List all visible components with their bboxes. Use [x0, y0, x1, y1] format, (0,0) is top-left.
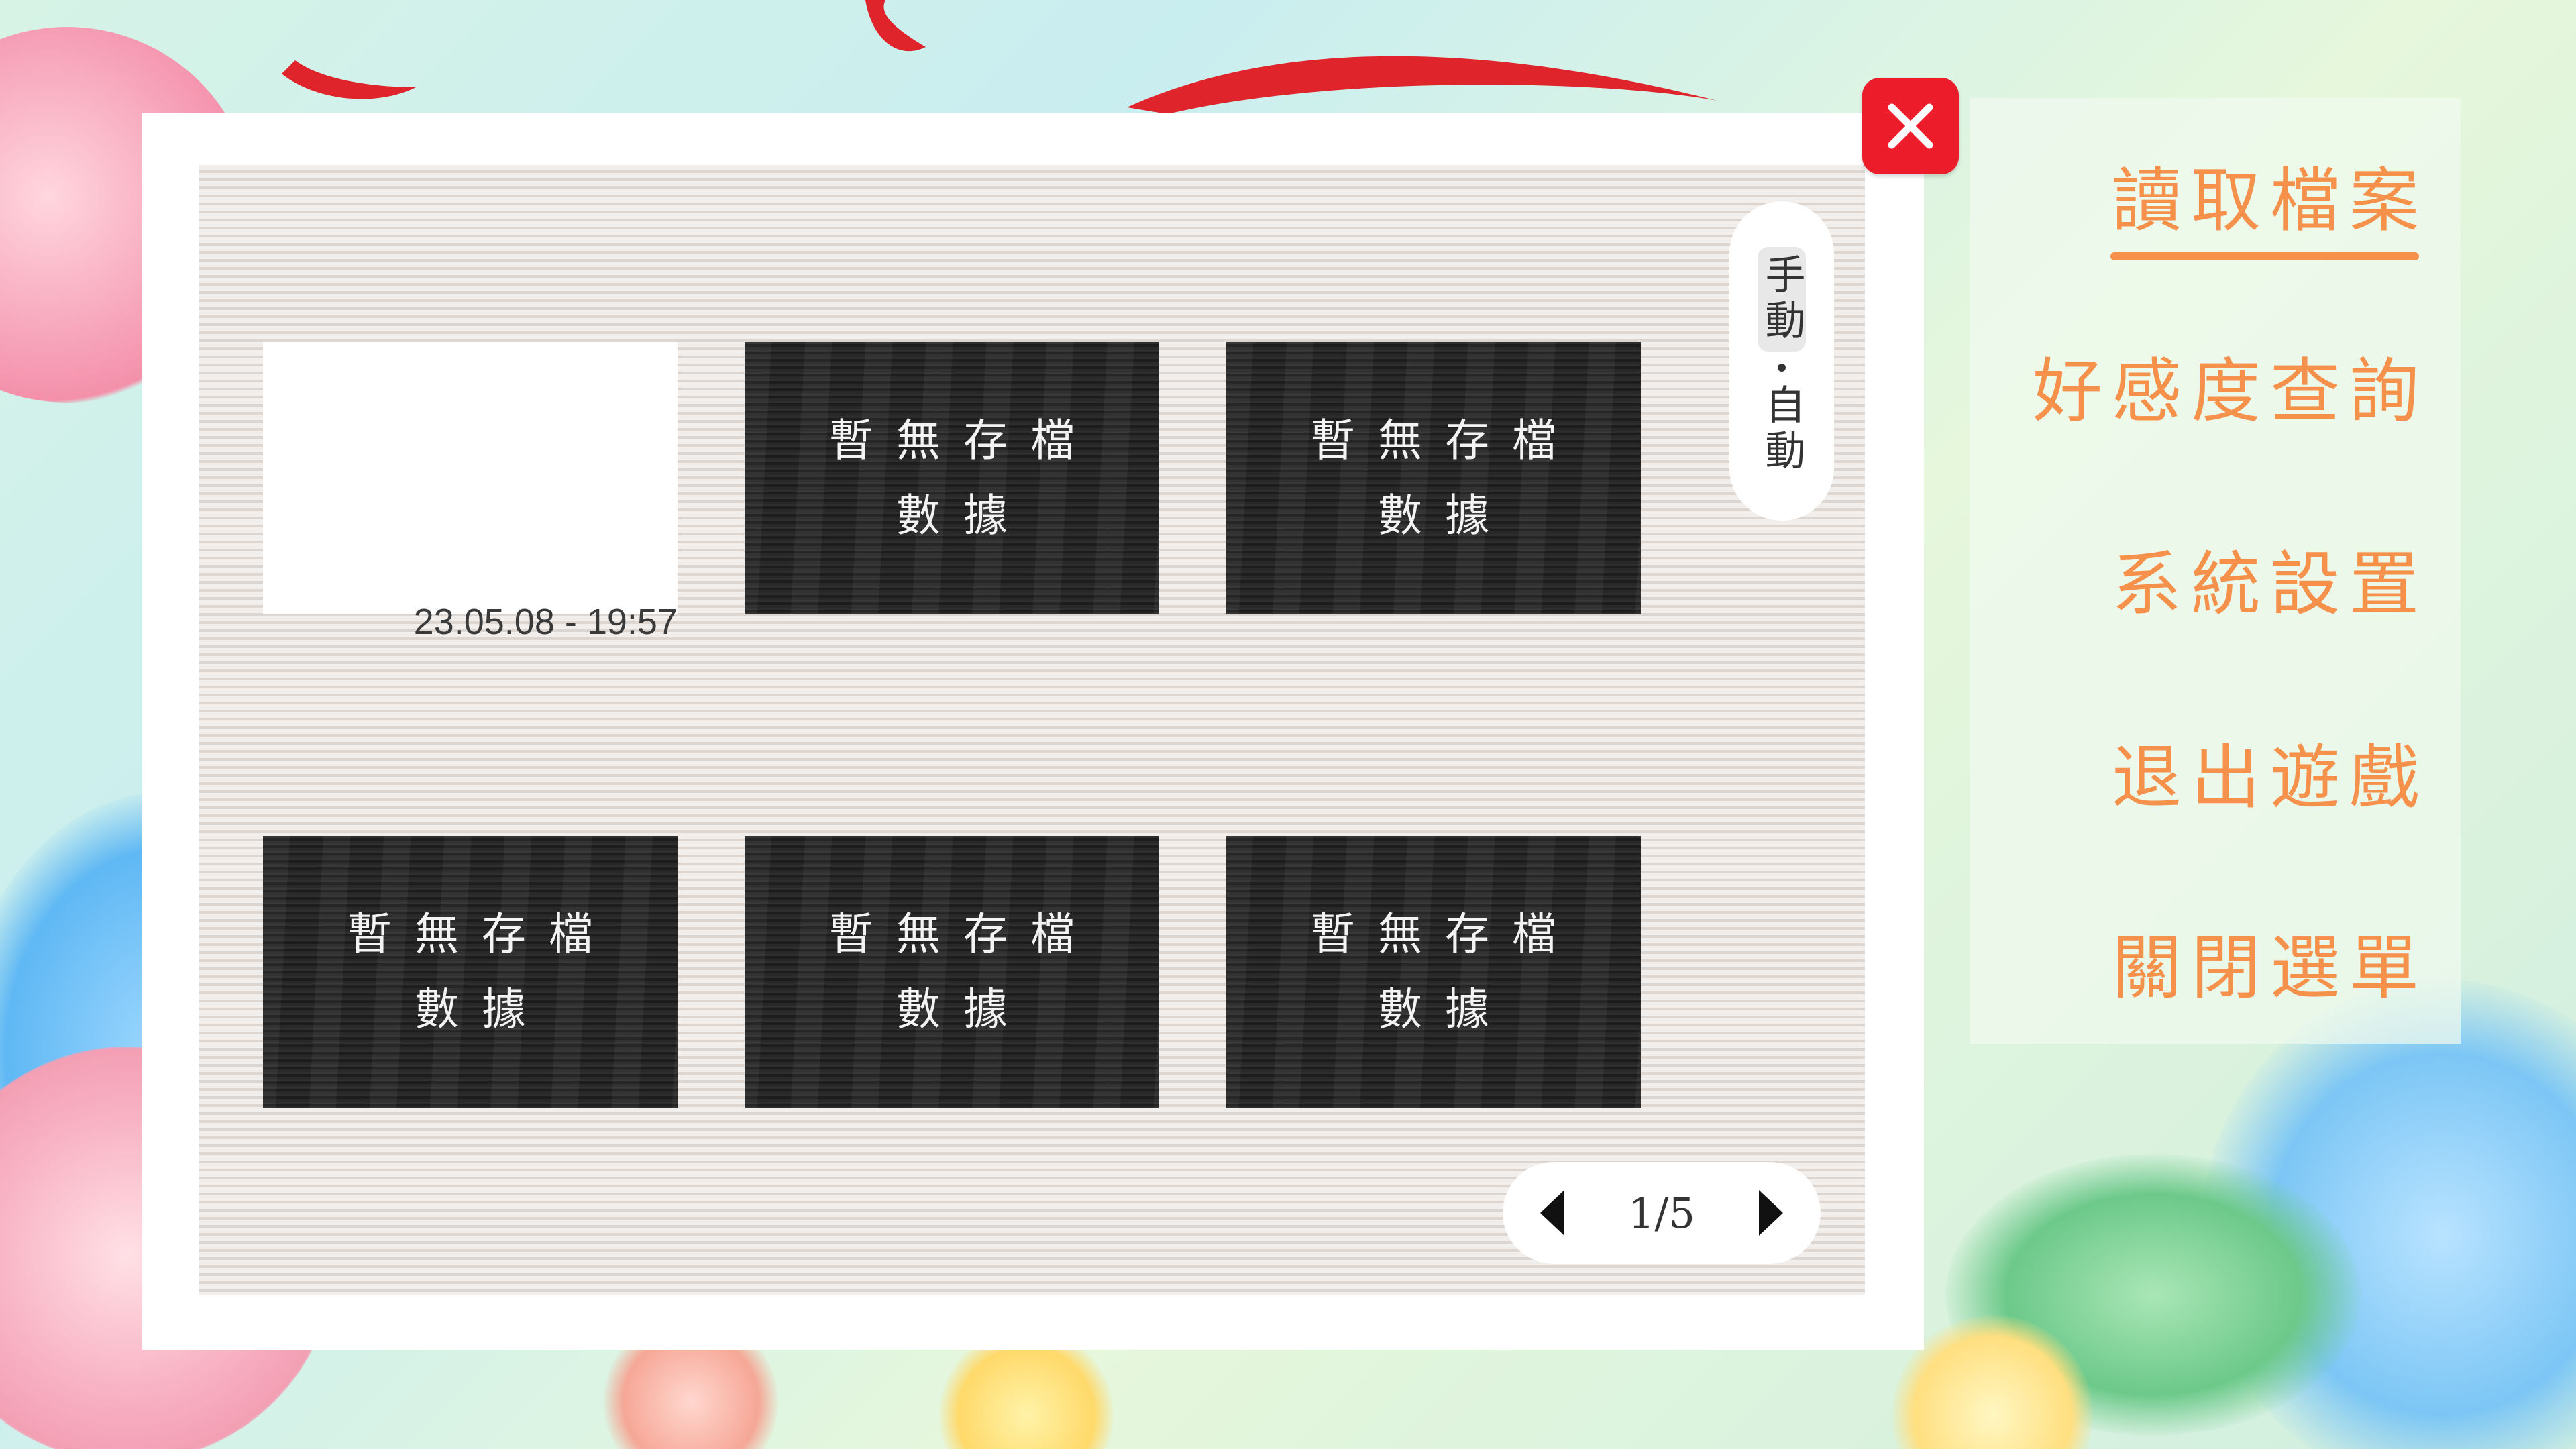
empty-slot-label: 暫無存檔	[347, 908, 616, 960]
menu-item-settings[interactable]: 系統設置	[2112, 527, 2428, 629]
empty-slot-label: 暫無存檔	[1311, 415, 1579, 466]
save-slot-empty[interactable]: 暫無存檔 數據	[1226, 836, 1641, 1108]
prev-page-icon[interactable]	[1540, 1190, 1564, 1236]
auto-save-option[interactable]: 自動	[1758, 384, 1805, 475]
save-slots-area: 23.05.08 - 19:57 暫無存檔 數據 暫無存檔 數據 暫無存檔 數據…	[199, 165, 1865, 1295]
empty-slot-label: 數據	[1378, 490, 1512, 541]
save-slot-empty[interactable]: 暫無存檔 數據	[745, 836, 1159, 1108]
toggle-separator	[1778, 364, 1786, 372]
next-page-icon[interactable]	[1759, 1190, 1783, 1236]
save-slot-empty[interactable]: 暫無存檔 數據	[263, 836, 678, 1108]
close-button[interactable]	[1862, 78, 1959, 174]
close-icon	[1888, 103, 1933, 149]
page-navigator: 1/5	[1503, 1162, 1821, 1264]
menu-item-affection[interactable]: 好感度查詢	[2033, 334, 2428, 435]
save-slot-date: 23.05.08 - 19:57	[413, 602, 678, 642]
empty-slot-label: 數據	[896, 983, 1030, 1035]
empty-slot-label: 暫無存檔	[829, 908, 1097, 960]
side-menu: 讀取檔案 好感度查詢 系統設置 退出遊戲 關閉選單	[1970, 98, 2461, 1044]
save-slot[interactable]	[263, 342, 678, 614]
save-slot-empty[interactable]: 暫無存檔 數據	[1226, 342, 1641, 614]
empty-slot-label: 數據	[415, 983, 549, 1035]
empty-slot-label: 數據	[896, 490, 1030, 541]
empty-slot-label: 暫無存檔	[829, 415, 1097, 466]
menu-item-load[interactable]: 讀取檔案	[2112, 144, 2428, 245]
manual-save-option[interactable]: 手動	[1758, 247, 1806, 352]
page-indicator: 1/5	[1628, 1188, 1695, 1238]
menu-item-quit[interactable]: 退出遊戲	[2112, 720, 2428, 822]
save-mode-toggle[interactable]: 手動 自動	[1729, 201, 1834, 521]
empty-slot-label: 數據	[1378, 983, 1512, 1035]
save-load-panel: 23.05.08 - 19:57 暫無存檔 數據 暫無存檔 數據 暫無存檔 數據…	[142, 113, 1924, 1350]
empty-slot-label: 暫無存檔	[1311, 908, 1579, 960]
active-menu-underline	[2110, 252, 2419, 260]
save-slot-empty[interactable]: 暫無存檔 數據	[745, 342, 1159, 614]
menu-item-close-menu[interactable]: 關閉選單	[2112, 911, 2428, 1012]
